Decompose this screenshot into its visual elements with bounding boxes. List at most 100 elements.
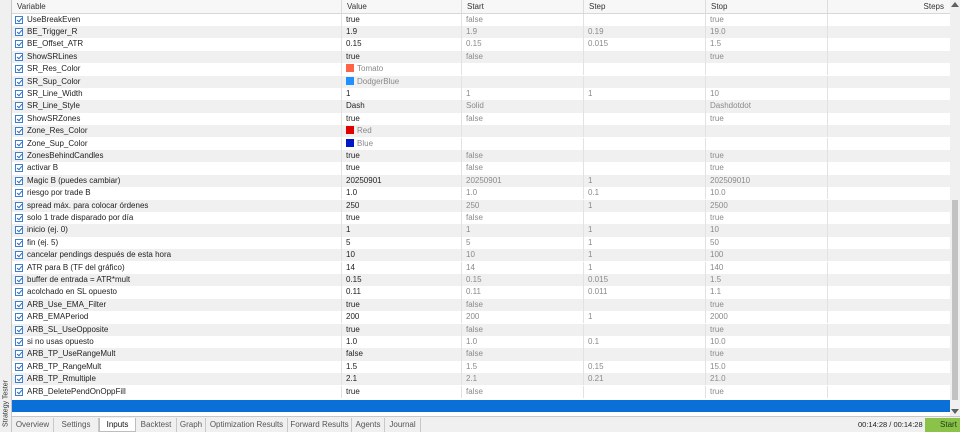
step-cell[interactable] xyxy=(584,149,706,163)
stop-cell[interactable]: 1.5 xyxy=(706,38,828,51)
step-cell[interactable]: 1 xyxy=(584,174,706,188)
value-cell[interactable]: 0.15 xyxy=(342,273,462,287)
stop-cell[interactable] xyxy=(706,63,828,76)
column-header-stop[interactable]: Stop xyxy=(706,0,828,13)
stop-cell[interactable]: 19.0 xyxy=(706,25,828,39)
variable-cell[interactable]: ATR para B (TF del gráfico) xyxy=(12,261,342,274)
column-header-start[interactable]: Start xyxy=(462,0,584,13)
variable-cell[interactable]: SR_Line_Style xyxy=(12,100,342,113)
step-cell[interactable]: 0.011 xyxy=(584,286,706,299)
optimize-checkbox-icon[interactable] xyxy=(15,139,23,148)
optimize-checkbox-icon[interactable] xyxy=(15,275,23,284)
optimize-checkbox-icon[interactable] xyxy=(15,40,23,49)
optimize-checkbox-icon[interactable] xyxy=(15,288,23,297)
table-row[interactable]: activar Btrue false true xyxy=(12,162,950,175)
tab-journal[interactable]: Journal xyxy=(385,418,421,432)
variable-cell[interactable]: BE_Trigger_R xyxy=(12,25,342,39)
step-cell[interactable]: 0.1 xyxy=(584,187,706,200)
table-row[interactable]: ATR para B (TF del gráfico) 14 14 1 140 xyxy=(12,261,950,274)
stop-cell[interactable]: 2500 xyxy=(706,199,828,212)
stop-cell[interactable]: 1.1 xyxy=(706,286,828,299)
start-cell[interactable]: 0.11 xyxy=(462,286,584,299)
table-row[interactable]: ARB_DeletePendOnOppFill true false true xyxy=(12,385,950,398)
optimize-checkbox-icon[interactable] xyxy=(15,52,23,61)
step-cell[interactable] xyxy=(584,75,706,88)
value-cell[interactable]: 1.0 xyxy=(342,187,462,200)
start-cell[interactable]: false xyxy=(462,50,584,64)
stop-cell[interactable]: true xyxy=(706,385,828,398)
tab-settings[interactable]: Settings xyxy=(54,418,99,432)
optimize-checkbox-icon[interactable] xyxy=(15,77,23,86)
optimize-checkbox-icon[interactable] xyxy=(15,375,23,384)
variable-cell[interactable]: ARB_Use_EMA_Filter xyxy=(12,298,342,312)
scroll-down-arrow-icon[interactable] xyxy=(951,409,959,414)
variable-cell[interactable]: ZonesBehindCandles xyxy=(12,149,342,163)
column-header-value[interactable]: Value xyxy=(342,0,462,13)
start-cell[interactable] xyxy=(462,75,584,88)
table-row[interactable]: SR_Line_Width 1 1 1 10 xyxy=(12,87,950,101)
table-row[interactable]: solo 1 trade disparado por día true false t… xyxy=(12,211,950,225)
optimize-checkbox-icon[interactable] xyxy=(15,89,23,98)
tab-optimization-results[interactable]: Optimization Results xyxy=(206,418,288,432)
start-cell[interactable]: 14 xyxy=(462,261,584,274)
stop-cell[interactable]: true xyxy=(706,112,828,126)
value-cell[interactable]: Dash xyxy=(342,100,462,113)
optimize-checkbox-icon[interactable] xyxy=(15,350,23,359)
start-cell[interactable]: false xyxy=(462,348,584,361)
optimize-checkbox-icon[interactable] xyxy=(15,337,23,346)
optimize-checkbox-icon[interactable] xyxy=(15,325,23,334)
variable-cell[interactable]: ARB_TP_Rmultiple xyxy=(12,373,342,386)
start-cell[interactable]: false xyxy=(462,298,584,312)
stop-cell[interactable] xyxy=(706,125,828,138)
start-cell[interactable]: false xyxy=(462,149,584,163)
value-cell[interactable]: 2.1 xyxy=(342,373,462,386)
variable-cell[interactable]: UseBreakEven xyxy=(12,13,342,26)
stop-cell[interactable]: 50 xyxy=(706,236,828,250)
stop-cell[interactable]: true xyxy=(706,298,828,312)
tab-graph[interactable]: Graph xyxy=(177,418,206,432)
table-row[interactable]: ARB_TP_Rmultiple 2.1 2.1 0.21 21.0 xyxy=(12,373,950,386)
start-cell[interactable]: 5 xyxy=(462,236,584,250)
optimize-checkbox-icon[interactable] xyxy=(15,201,23,210)
stop-cell[interactable]: 100 xyxy=(706,249,828,262)
table-row[interactable]: inicio (ej. 0) 1 1 1 10 xyxy=(12,224,950,237)
optimize-checkbox-icon[interactable] xyxy=(15,362,23,371)
value-cell[interactable]: true xyxy=(342,298,462,312)
start-cell[interactable]: 10 xyxy=(462,249,584,262)
start-cell[interactable]: 1.0 xyxy=(462,335,584,349)
variable-cell[interactable]: BE_Offset_ATR xyxy=(12,38,342,51)
variable-cell[interactable]: ARB_DeletePendOnOppFill xyxy=(12,385,342,398)
value-cell[interactable]: 10 xyxy=(342,249,462,262)
table-row[interactable]: ARB_Use_EMA_Filter true false true xyxy=(12,298,950,312)
variable-cell[interactable]: inicio (ej. 0) xyxy=(12,224,342,237)
optimize-checkbox-icon[interactable] xyxy=(15,65,23,74)
variable-cell[interactable]: cancelar pendings después de esta hora xyxy=(12,249,342,262)
stop-cell[interactable] xyxy=(706,137,828,150)
step-cell[interactable]: 1 xyxy=(584,87,706,101)
stop-cell[interactable]: 10 xyxy=(706,224,828,237)
optimize-checkbox-icon[interactable] xyxy=(15,151,23,160)
table-row[interactable]: spread máx. para colocar órdenes 250 250 1 2… xyxy=(12,199,950,212)
table-row[interactable]: cancelar pendings después de esta hora 10… xyxy=(12,249,950,262)
table-row[interactable]: fin (ej. 5) 5 5 1 50 xyxy=(12,236,950,250)
optimize-checkbox-icon[interactable] xyxy=(15,15,23,24)
table-row[interactable]: Zone_Res_Color Red xyxy=(12,125,950,138)
stop-cell[interactable] xyxy=(706,75,828,88)
table-row[interactable]: ShowSRZones true false true xyxy=(12,112,950,126)
start-cell[interactable]: 1 xyxy=(462,87,584,101)
value-cell[interactable]: 0.11 xyxy=(342,286,462,299)
step-cell[interactable]: 1 xyxy=(584,261,706,274)
table-row[interactable]: BE_Offset_ATR 0.15 0.15 0.015 1.5 xyxy=(12,38,950,51)
value-cell[interactable]: true xyxy=(342,323,462,336)
start-cell[interactable]: 20250901 xyxy=(462,174,584,188)
stop-cell[interactable]: 1.5 xyxy=(706,273,828,287)
table-row[interactable]: Zone_Sup_Color Blue xyxy=(12,137,950,150)
variable-cell[interactable]: acolchado en SL opuesto xyxy=(12,286,342,299)
step-cell[interactable]: 1 xyxy=(584,199,706,212)
variable-cell[interactable]: ARB_EMAPeriod xyxy=(12,311,342,324)
table-row[interactable]: ZonesBehindCandles true false true xyxy=(12,149,950,163)
table-row[interactable]: UseBreakEven true false true xyxy=(12,13,950,26)
table-row[interactable]: ShowSRLines true false true xyxy=(12,50,950,64)
step-cell[interactable]: 1 xyxy=(584,249,706,262)
table-row[interactable]: ARB_TP_UseRangeMult false false true xyxy=(12,348,950,361)
